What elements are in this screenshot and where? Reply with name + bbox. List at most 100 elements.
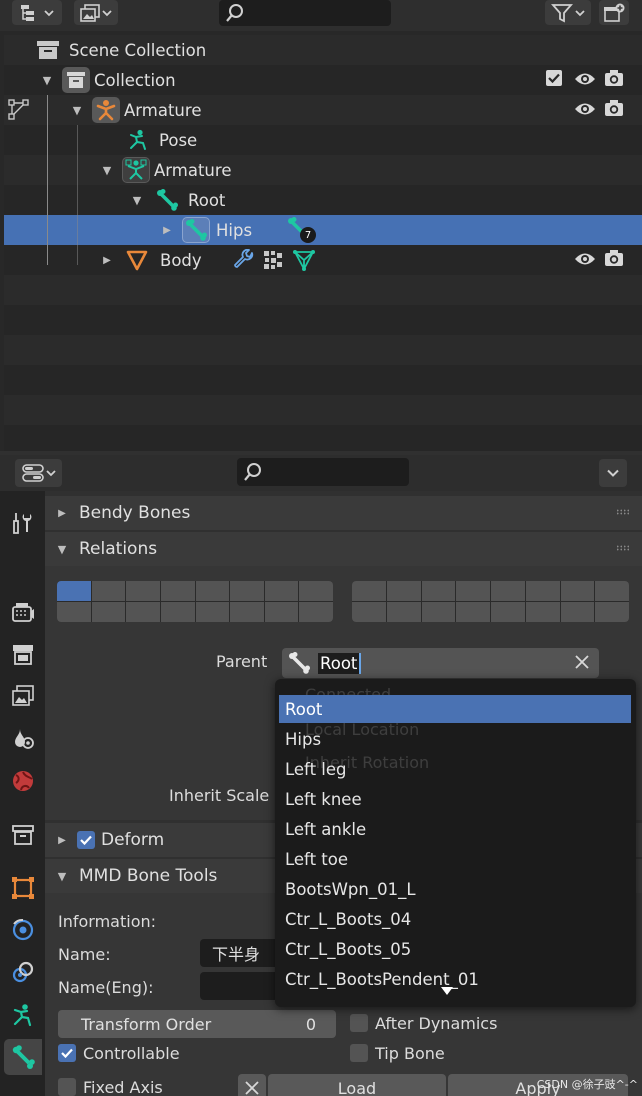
- tab-armature-data[interactable]: [4, 997, 42, 1033]
- menu-item[interactable]: Ctr_L_Boots_04: [279, 905, 631, 933]
- bone-layers-left[interactable]: [57, 581, 333, 622]
- bone-item-root[interactable]: ▼ Root: [130, 185, 225, 215]
- menu-item[interactable]: Root: [279, 695, 631, 723]
- eye-icon[interactable]: [574, 251, 596, 267]
- fixed-axis-checkbox[interactable]: [58, 1078, 76, 1096]
- after-dynamics-checkbox[interactable]: [350, 1014, 368, 1032]
- outliner-row[interactable]: [4, 185, 642, 215]
- pose-item[interactable]: Pose: [127, 125, 197, 155]
- tab-constraints[interactable]: [4, 954, 42, 990]
- name-input[interactable]: 下半身: [200, 939, 280, 967]
- options-dropdown[interactable]: [599, 459, 627, 487]
- menu-item[interactable]: Left toe: [279, 845, 631, 873]
- layer-toggle[interactable]: [421, 581, 456, 601]
- armature-data-item[interactable]: ▼ Armature: [100, 155, 231, 185]
- load-button[interactable]: Load: [268, 1074, 446, 1096]
- deform-checkbox[interactable]: [77, 831, 95, 849]
- drag-grip-icon[interactable]: [616, 545, 630, 551]
- drag-grip-icon[interactable]: [616, 509, 630, 515]
- layer-toggle[interactable]: [91, 581, 126, 601]
- new-collection-button[interactable]: [599, 0, 629, 25]
- layer-toggle[interactable]: [595, 581, 629, 601]
- expand-triangle-icon[interactable]: ▼: [100, 164, 114, 177]
- camera-icon[interactable]: [604, 249, 624, 267]
- layer-toggle[interactable]: [264, 581, 299, 601]
- scroll-down-arrow-icon[interactable]: [440, 986, 454, 996]
- expand-triangle-right-icon[interactable]: ▶: [160, 225, 174, 236]
- layer-toggle[interactable]: [386, 602, 421, 622]
- parent-field[interactable]: Root: [282, 648, 599, 678]
- layer-toggle[interactable]: [160, 581, 195, 601]
- vertex-groups-icon[interactable]: [262, 249, 284, 271]
- expand-triangle-icon[interactable]: ▼: [130, 194, 144, 207]
- layer-toggle[interactable]: [352, 581, 386, 601]
- eye-icon[interactable]: [574, 71, 596, 87]
- expand-triangle-icon[interactable]: ▼: [40, 74, 54, 87]
- layer-toggle[interactable]: [126, 581, 160, 601]
- layer-toggle[interactable]: [57, 581, 91, 601]
- name-eng-input[interactable]: [200, 972, 280, 1000]
- camera-icon[interactable]: [604, 69, 624, 87]
- mesh-data-icon[interactable]: [292, 248, 316, 272]
- menu-item[interactable]: Ctr_L_BootsPendent_01: [279, 965, 631, 993]
- outliner-row[interactable]: [4, 125, 642, 155]
- properties-search-input[interactable]: [237, 458, 409, 486]
- tab-collection[interactable]: [4, 817, 42, 853]
- controllable-checkbox[interactable]: [58, 1044, 76, 1062]
- layer-toggle[interactable]: [57, 602, 91, 622]
- layer-toggle[interactable]: [525, 602, 560, 622]
- outliner-row-selected[interactable]: [4, 215, 642, 245]
- layer-toggle[interactable]: [491, 602, 525, 622]
- tab-render[interactable]: [4, 594, 42, 630]
- menu-item[interactable]: Hips: [279, 725, 631, 753]
- tab-bone[interactable]: [4, 1039, 42, 1075]
- display-mode-dropdown[interactable]: [12, 0, 62, 25]
- layer-toggle[interactable]: [352, 602, 386, 622]
- menu-item[interactable]: Ctr_L_Boots_05: [279, 935, 631, 963]
- layer-toggle[interactable]: [264, 602, 299, 622]
- eye-icon[interactable]: [574, 101, 596, 117]
- layer-toggle[interactable]: [456, 602, 490, 622]
- mesh-object-item-body[interactable]: ▶ Body: [100, 245, 202, 275]
- tab-world[interactable]: [4, 763, 42, 799]
- outliner-search-input[interactable]: [219, 0, 391, 26]
- tab-output[interactable]: [4, 636, 42, 672]
- transform-order-field[interactable]: Transform Order 0: [58, 1010, 336, 1038]
- layer-toggle[interactable]: [491, 581, 525, 601]
- layer-toggle[interactable]: [160, 602, 195, 622]
- layer-toggle[interactable]: [560, 581, 595, 601]
- layer-toggle[interactable]: [299, 581, 333, 601]
- panel-header-relations[interactable]: ▼ Relations: [45, 532, 642, 566]
- armature-object-item[interactable]: ▼ Armature: [70, 95, 201, 125]
- editor-type-dropdown[interactable]: [15, 459, 62, 487]
- collection-item[interactable]: ▼ Collection: [40, 65, 176, 95]
- layer-toggle[interactable]: [230, 602, 264, 622]
- layer-toggle[interactable]: [91, 602, 126, 622]
- layer-toggle[interactable]: [560, 602, 595, 622]
- parent-field-text[interactable]: Root: [318, 652, 362, 674]
- menu-item[interactable]: Left leg: [279, 755, 631, 783]
- tab-scene[interactable]: [4, 721, 42, 757]
- layer-toggle[interactable]: [595, 602, 629, 622]
- bone-hierarchy-icon[interactable]: [8, 99, 30, 121]
- menu-item[interactable]: Left ankle: [279, 815, 631, 843]
- layer-toggle[interactable]: [421, 602, 456, 622]
- close-icon[interactable]: [575, 655, 589, 669]
- layer-toggle[interactable]: [386, 581, 421, 601]
- tip-bone-checkbox[interactable]: [350, 1044, 368, 1062]
- layer-toggle[interactable]: [299, 602, 333, 622]
- layer-toggle[interactable]: [195, 602, 230, 622]
- layer-toggle[interactable]: [195, 581, 230, 601]
- exclude-checkbox[interactable]: [546, 70, 562, 86]
- bone-layers-right[interactable]: [352, 581, 629, 622]
- wrench-icon[interactable]: [233, 249, 255, 271]
- scene-collection-item[interactable]: Scene Collection: [36, 35, 206, 65]
- tab-object[interactable]: [4, 870, 42, 906]
- clear-button[interactable]: [238, 1074, 266, 1096]
- filter-dropdown[interactable]: [545, 0, 591, 25]
- filter-view-dropdown[interactable]: [74, 0, 118, 25]
- layer-toggle[interactable]: [456, 581, 490, 601]
- camera-icon[interactable]: [604, 99, 624, 117]
- tab-view-layer[interactable]: [4, 678, 42, 714]
- layer-toggle[interactable]: [525, 581, 560, 601]
